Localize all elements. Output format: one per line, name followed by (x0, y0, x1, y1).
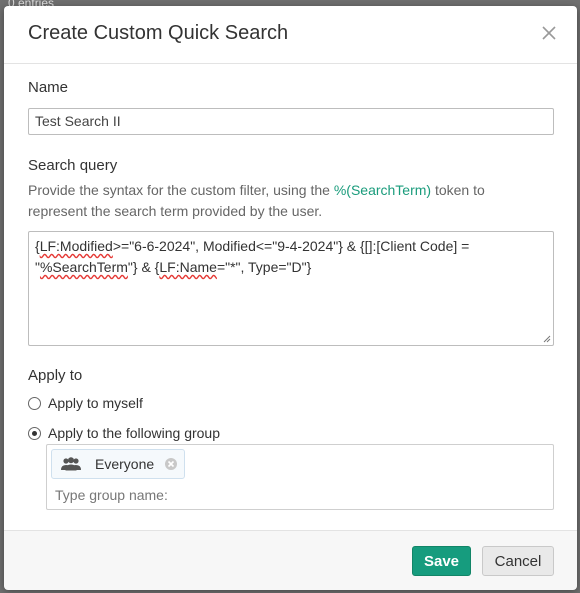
search-query-label: Search query (28, 157, 118, 174)
radio-checked-icon[interactable] (28, 426, 41, 440)
apply-to-myself-label: Apply to myself (48, 395, 143, 411)
help-text-prefix: Provide the syntax for the custom filter… (28, 182, 334, 198)
quick-search-dialog: Create Custom Quick Search Name Test Sea… (4, 6, 577, 590)
group-chip-everyone: Everyone (51, 449, 185, 479)
query-part: LF:Name (159, 259, 217, 275)
apply-to-group-option[interactable]: Apply to the following group (28, 425, 220, 441)
query-part: %SearchTerm (39, 259, 128, 275)
save-button[interactable]: Save (412, 546, 471, 576)
query-part: "} & { (127, 259, 160, 275)
dialog-header: Create Custom Quick Search (4, 6, 577, 64)
apply-to-myself-option[interactable]: Apply to myself (28, 395, 143, 411)
query-part: LF:Modified (39, 238, 113, 254)
search-query-textarea[interactable]: {LF:Modified>="6-6-2024", Modified<="9-4… (28, 231, 554, 346)
group-name-input[interactable]: Type group name: (55, 487, 168, 503)
search-query-help: Provide the syntax for the custom filter… (28, 180, 528, 222)
name-label: Name (28, 79, 69, 96)
search-query-text: {LF:Modified>="6-6-2024", Modified<="9-4… (35, 236, 547, 278)
cancel-button[interactable]: Cancel (482, 546, 554, 576)
radio-unchecked-icon[interactable] (28, 396, 41, 410)
resize-grip-icon[interactable] (543, 335, 551, 343)
query-part: ="*", Type="D"} (216, 259, 312, 275)
search-term-token: %(SearchTerm) (333, 182, 432, 198)
dialog-footer: Save Cancel (4, 530, 577, 590)
close-icon[interactable] (539, 23, 559, 43)
group-chip-label: Everyone (95, 456, 155, 472)
users-icon (61, 457, 81, 471)
dialog-title: Create Custom Quick Search (28, 22, 289, 44)
remove-chip-icon[interactable] (164, 457, 178, 471)
name-input[interactable]: Test Search II (28, 108, 554, 135)
apply-to-label: Apply to (28, 367, 83, 384)
group-selector[interactable]: Everyone Type group name: (46, 444, 554, 510)
apply-to-group-label: Apply to the following group (48, 425, 220, 441)
